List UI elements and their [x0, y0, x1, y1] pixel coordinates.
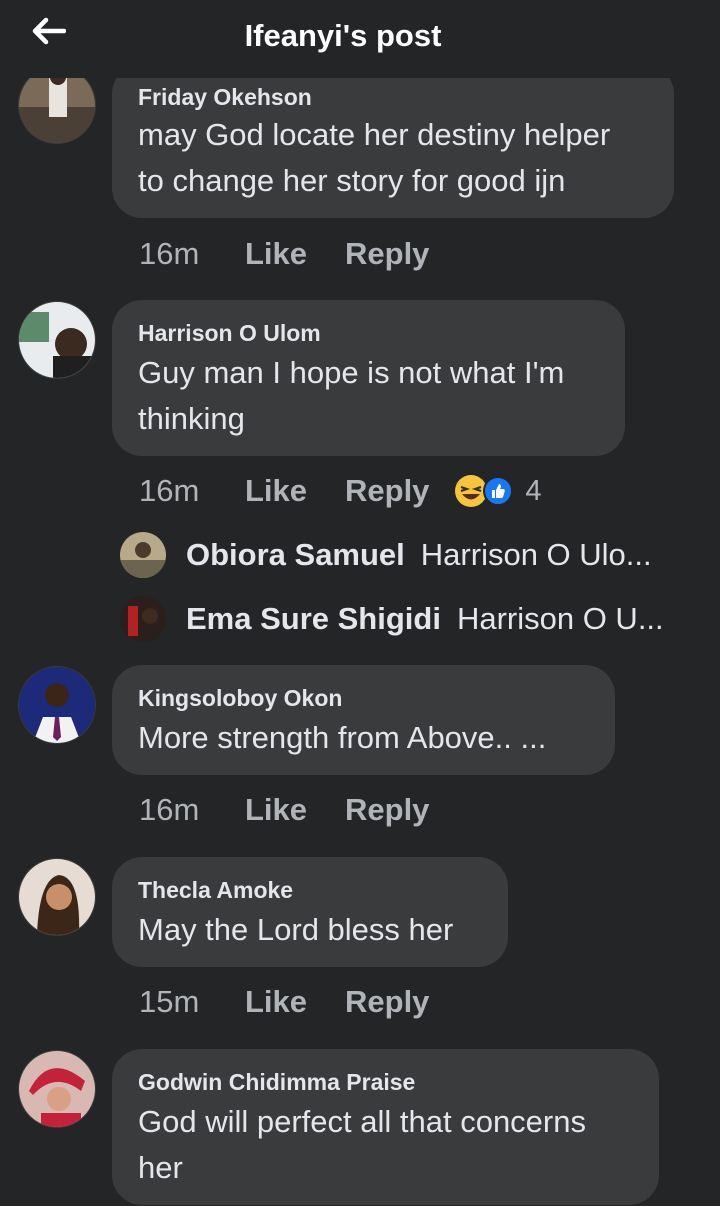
comment-author[interactable]: Kingsoloboy Okon	[138, 685, 342, 712]
reply-button[interactable]: Reply	[345, 984, 429, 1020]
comment-author[interactable]: Friday Okehson	[138, 84, 312, 111]
comment-text: May the Lord bless her	[138, 912, 454, 947]
comment-bubble[interactable]: Harrison O Ulom Guy man I hope is not wh…	[112, 300, 625, 456]
comment-bubble[interactable]: Godwin Chidimma Praise God will perfect …	[112, 1049, 659, 1205]
reactions-summary[interactable]: 4	[453, 473, 542, 509]
page-title: Ifeanyi's post	[244, 18, 442, 53]
comment-text: may God locate her destiny helper to cha…	[138, 117, 611, 198]
like-reaction-icon	[483, 476, 514, 506]
avatar[interactable]	[18, 666, 96, 744]
reply-snippet: Harrison O U...	[456, 601, 664, 636]
comment-actions: 16m Like Reply	[139, 234, 429, 274]
reply-preview[interactable]: Obiora Samuel Harrison O Ulo...	[120, 530, 652, 580]
reply-button[interactable]: Reply	[345, 236, 429, 272]
avatar[interactable]	[120, 532, 166, 578]
comment-text: Guy man I hope is not what I'm thinking	[138, 355, 565, 436]
comment-author[interactable]: Godwin Chidimma Praise	[138, 1069, 415, 1096]
comment-bubble[interactable]: Friday Okehson may God locate her destin…	[112, 64, 674, 218]
reply-button[interactable]: Reply	[345, 473, 429, 509]
comment-text: God will perfect all that concerns her	[138, 1104, 586, 1185]
reply-preview[interactable]: Ema Sure Shigidi Harrison O U...	[120, 594, 664, 644]
comment-actions: 15m Like Reply	[139, 982, 429, 1022]
reply-author[interactable]: Ema Sure Shigidi	[186, 601, 441, 637]
comment-bubble[interactable]: Thecla Amoke May the Lord bless her	[112, 857, 508, 967]
like-button[interactable]: Like	[245, 792, 345, 828]
comment-bubble[interactable]: Kingsoloboy Okon More strength from Abov…	[112, 665, 615, 775]
reply-button[interactable]: Reply	[345, 792, 429, 828]
comment-text: More strength from Above.. ...	[138, 720, 547, 755]
reply-snippet: Harrison O Ulo...	[420, 537, 652, 572]
comment-actions: 16m Like Reply 4	[139, 471, 542, 511]
avatar[interactable]	[120, 596, 166, 642]
comments-feed: Friday Okehson may God locate her destin…	[0, 0, 720, 1206]
top-bar: Ifeanyi's post	[0, 0, 720, 78]
like-button[interactable]: Like	[245, 236, 345, 272]
comment-time: 16m	[139, 473, 200, 508]
like-button[interactable]: Like	[245, 984, 345, 1020]
comment-actions: 16m Like Reply	[139, 790, 429, 830]
comment-time: 15m	[139, 984, 200, 1019]
reply-author[interactable]: Obiora Samuel	[186, 537, 405, 573]
avatar[interactable]	[18, 858, 96, 936]
like-button[interactable]: Like	[245, 473, 345, 509]
avatar[interactable]	[18, 1050, 96, 1128]
comment-author[interactable]: Thecla Amoke	[138, 877, 293, 904]
comment-time: 16m	[139, 792, 200, 827]
reaction-count: 4	[525, 474, 542, 507]
comment-time: 16m	[139, 236, 200, 271]
comment-author[interactable]: Harrison O Ulom	[138, 320, 321, 347]
avatar[interactable]	[18, 301, 96, 379]
